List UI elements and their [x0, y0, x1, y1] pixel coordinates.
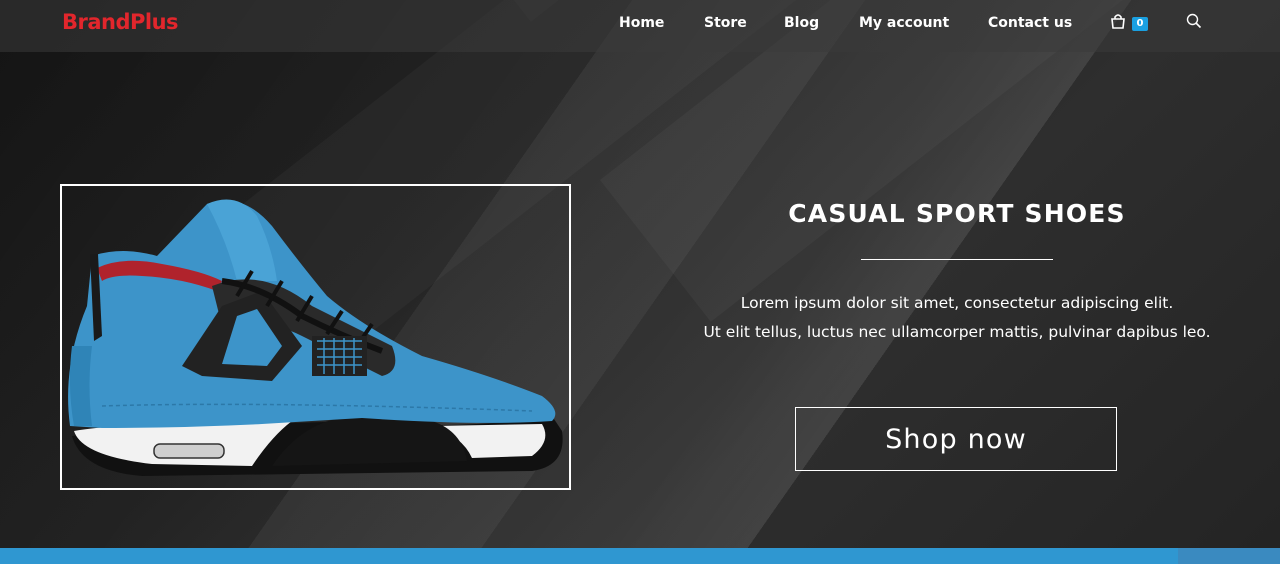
top-navbar: BrandPlus Home Store Blog My account Con…: [0, 0, 1280, 52]
hero-title: CASUAL SPORT SHOES: [788, 199, 1126, 228]
hero-description-line-2: Ut elit tellus, luctus nec ullamcorper m…: [703, 323, 1211, 341]
shopping-bag-icon[interactable]: [1110, 13, 1126, 29]
brand-logo[interactable]: BrandPlus: [62, 10, 179, 34]
hero-section: CASUAL SPORT SHOES Lorem ipsum dolor sit…: [0, 0, 1280, 548]
bottom-accent-shade: [1178, 548, 1280, 564]
bottom-accent-bar: [0, 548, 1280, 564]
title-divider: [861, 259, 1053, 260]
sneaker-illustration: [68, 199, 563, 476]
nav-item-home[interactable]: Home: [619, 15, 664, 31]
nav-item-my-account[interactable]: My account: [859, 15, 949, 31]
search-icon[interactable]: [1186, 13, 1202, 29]
product-image: [60, 184, 571, 490]
cart-count-badge[interactable]: 0: [1132, 17, 1148, 31]
hero-description-line-1: Lorem ipsum dolor sit amet, consectetur …: [740, 294, 1174, 312]
nav-item-blog[interactable]: Blog: [784, 15, 819, 31]
nav-item-contact-us[interactable]: Contact us: [988, 15, 1072, 31]
nav-item-store[interactable]: Store: [704, 15, 747, 31]
shop-now-button[interactable]: Shop now: [795, 407, 1117, 471]
